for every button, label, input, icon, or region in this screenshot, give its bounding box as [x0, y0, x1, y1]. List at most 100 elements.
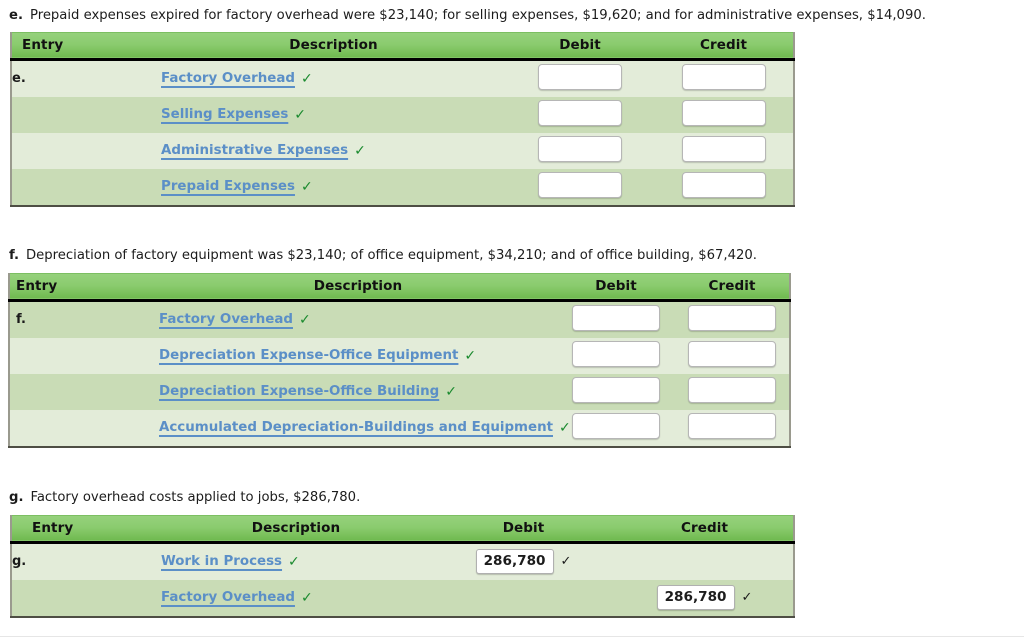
check-icon: ✓ [464, 347, 477, 364]
credit-input[interactable] [688, 412, 776, 439]
table-row: Administrative Expenses ✓ [11, 132, 794, 169]
credit-cell [675, 409, 790, 447]
table-row: Depreciation Expense-Office Equipment ✓ [9, 337, 790, 374]
description-cell: Accumulated Depreciation-Buildings and E… [159, 409, 571, 447]
description-cell: Selling Expenses ✓ [161, 96, 506, 133]
debit-input[interactable] [572, 340, 660, 367]
account-link[interactable]: Administrative Expenses [161, 143, 348, 158]
check-icon: ✓ [741, 590, 753, 606]
table-header-row-e: Entry Description Debit Credit [11, 31, 794, 61]
credit-input[interactable]: 286,780 [656, 585, 735, 611]
account-link-group: Factory Overhead ✓ [161, 71, 313, 86]
table-row: Depreciation Expense-Office Building ✓ [9, 373, 790, 410]
credit-cell: 286,780 ✓ [616, 579, 794, 617]
journal-table-e: Entry Description Debit Credit e. Factor… [10, 31, 795, 207]
debit-cell [431, 579, 616, 617]
credit-cell [675, 300, 790, 338]
column-header-entry: Entry [11, 514, 161, 544]
account-link[interactable]: Work in Process [161, 554, 282, 569]
debit-input[interactable] [572, 304, 660, 331]
account-link[interactable]: Accumulated Depreciation-Buildings and E… [159, 420, 553, 435]
entry-label-empty [11, 579, 161, 617]
account-link-group: Administrative Expenses ✓ [161, 143, 366, 158]
table-row: f. Factory Overhead ✓ [9, 300, 790, 338]
column-header-description: Description [161, 31, 506, 61]
account-link[interactable]: Factory Overhead [161, 71, 295, 86]
debit-input[interactable] [538, 63, 622, 90]
account-link[interactable]: Factory Overhead [159, 312, 293, 327]
debit-cell [506, 59, 654, 97]
description-cell: Depreciation Expense-Office Building ✓ [159, 373, 557, 410]
journal-table-g: Entry Description Debit Credit g. Work i… [10, 514, 795, 618]
account-link-group: Work in Process ✓ [161, 554, 300, 569]
bottom-divider [0, 636, 1024, 637]
credit-input[interactable] [688, 340, 776, 367]
account-link[interactable]: Selling Expenses [161, 107, 288, 122]
account-link[interactable]: Depreciation Expense-Office Building [159, 384, 439, 399]
table-header-row-g: Entry Description Debit Credit [11, 514, 794, 544]
credit-cell [654, 59, 794, 97]
account-link[interactable]: Depreciation Expense-Office Equipment [159, 348, 458, 363]
credit-input[interactable] [681, 63, 766, 90]
debit-input[interactable] [538, 171, 622, 198]
column-header-debit: Debit [431, 514, 616, 544]
debit-input[interactable] [538, 99, 622, 126]
debit-cell [557, 409, 675, 447]
account-link-group: Factory Overhead ✓ [159, 312, 311, 327]
credit-cell [654, 132, 794, 169]
check-icon: ✓ [300, 178, 313, 195]
check-icon: ✓ [354, 142, 366, 159]
description-cell: Factory Overhead ✓ [161, 579, 431, 617]
credit-input[interactable] [681, 99, 766, 126]
account-link[interactable]: Prepaid Expenses [161, 179, 295, 194]
prompt-e: e. Prepaid expenses expired for factory … [0, 8, 1024, 24]
table-row: Factory Overhead ✓ 286,780 ✓ [11, 579, 794, 617]
debit-input[interactable]: 286,780 [475, 549, 554, 575]
debit-cell [557, 300, 675, 338]
prompt-e-text: Prepaid expenses expired for factory ove… [29, 8, 926, 23]
debit-input[interactable] [572, 376, 660, 403]
account-link-group: Prepaid Expenses ✓ [161, 179, 313, 194]
prompt-g-letter: g. [9, 489, 24, 505]
debit-cell [506, 96, 654, 133]
table-header-row-f: Entry Description Debit Credit [9, 272, 790, 302]
description-cell: Depreciation Expense-Office Equipment ✓ [159, 337, 557, 374]
debit-cell [506, 132, 654, 169]
entry-label-empty [9, 409, 159, 447]
credit-input[interactable] [688, 376, 776, 403]
account-link-group: Factory Overhead ✓ [161, 590, 313, 605]
column-header-credit: Credit [654, 31, 794, 61]
prompt-e-letter: e. [9, 8, 23, 23]
debit-cell [506, 168, 654, 206]
entry-label: f. [9, 300, 159, 338]
check-icon: ✓ [560, 554, 572, 570]
column-header-debit: Debit [557, 272, 675, 302]
description-cell: Work in Process ✓ [161, 542, 431, 580]
account-link[interactable]: Factory Overhead [161, 590, 295, 605]
check-icon: ✓ [300, 70, 313, 87]
check-icon: ✓ [294, 106, 307, 123]
debit-value-group: 286,780 ✓ [475, 549, 572, 575]
account-link-group: Accumulated Depreciation-Buildings and E… [159, 420, 571, 435]
table-row: Selling Expenses ✓ [11, 96, 794, 133]
journal-table-f: Entry Description Debit Credit f. Factor… [8, 272, 791, 448]
column-header-description: Description [161, 514, 431, 544]
column-header-credit: Credit [616, 514, 794, 544]
entry-label-empty [11, 96, 161, 133]
entry-label-empty [11, 168, 161, 206]
table-row: e. Factory Overhead ✓ [11, 59, 794, 97]
debit-input[interactable] [538, 135, 622, 162]
column-header-debit: Debit [506, 31, 654, 61]
prompt-f-text: Depreciation of factory equipment was $2… [26, 247, 757, 263]
table-row: Accumulated Depreciation-Buildings and E… [9, 409, 790, 447]
debit-cell: 286,780 ✓ [431, 542, 616, 580]
column-header-entry: Entry [9, 272, 159, 302]
description-cell: Administrative Expenses ✓ [161, 132, 506, 169]
credit-input[interactable] [681, 171, 766, 198]
debit-input[interactable] [572, 412, 660, 439]
check-icon: ✓ [445, 383, 457, 400]
account-link-group: Depreciation Expense-Office Building ✓ [159, 384, 457, 399]
credit-input[interactable] [688, 304, 776, 331]
credit-input[interactable] [681, 135, 766, 162]
entry-label: g. [11, 542, 161, 580]
